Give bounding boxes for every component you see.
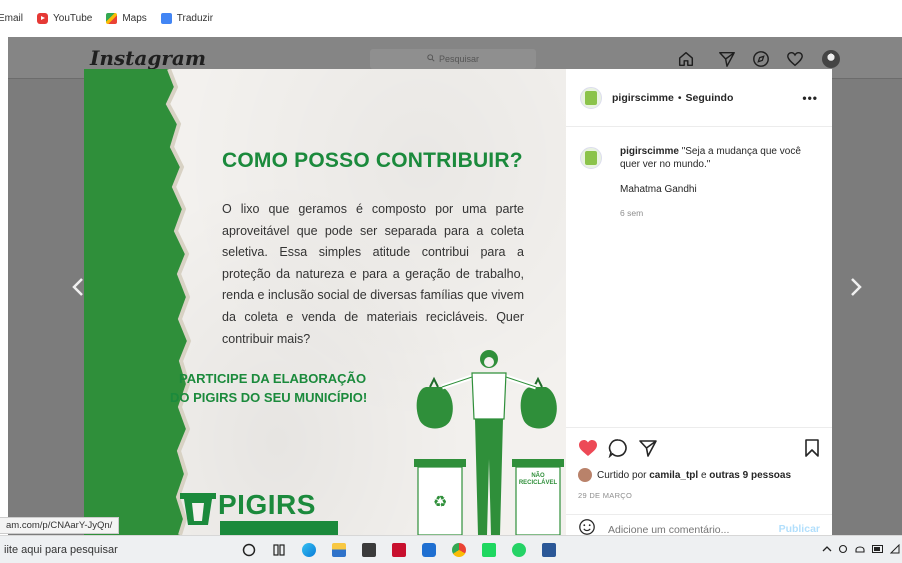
- like-heart-icon[interactable]: [578, 439, 598, 457]
- tray-update-icon[interactable]: [838, 544, 848, 557]
- spotify-icon[interactable]: [474, 536, 504, 563]
- search-input[interactable]: Pesquisar: [370, 49, 536, 69]
- post-heading: COMO POSSO CONTRIBUIR?: [222, 149, 523, 172]
- bookmark-maps-label: Maps: [122, 13, 147, 24]
- post-header: pigirscimme • Seguindo •••: [566, 69, 832, 127]
- liker-username[interactable]: camila_tpl: [649, 470, 698, 481]
- bookmark-traduzir-label: Traduzir: [176, 13, 214, 24]
- link-status-url: am.com/p/CNAarY-JyQn/: [0, 517, 120, 534]
- caption-avatar[interactable]: [580, 147, 602, 169]
- post-cta-line1: PARTICIPE DA ELABORAÇÃO: [179, 371, 367, 386]
- tray-battery-icon[interactable]: [872, 544, 884, 556]
- bookmark-youtube-label: YouTube: [53, 13, 93, 24]
- search-icon: [427, 54, 435, 64]
- more-options-button[interactable]: •••: [802, 91, 818, 105]
- caption-author: Mahatma Gandhi: [620, 184, 697, 195]
- person-illustration: ♻: [414, 350, 564, 535]
- bookmark-maps[interactable]: Maps: [106, 13, 147, 24]
- explore-icon[interactable]: [751, 49, 771, 69]
- owner-username[interactable]: pigirscimme: [612, 92, 674, 104]
- chrome-icon[interactable]: [444, 536, 474, 563]
- file-explorer-icon[interactable]: [324, 536, 354, 563]
- direct-icon[interactable]: [717, 49, 737, 69]
- bookmarks-bar: Email YouTube Maps Traduzir: [0, 0, 902, 37]
- post-body-text: O lixo que geramos é composto por uma pa…: [222, 202, 524, 346]
- pigirs-wordmark: PIGIRS: [218, 489, 316, 520]
- task-view-icon[interactable]: [264, 536, 294, 563]
- pigirs-bin-icon: [180, 493, 216, 525]
- following-button[interactable]: Seguindo: [686, 92, 734, 104]
- pigirs-tagline-bar: [220, 521, 338, 535]
- caption-timestamp[interactable]: 6 sem: [620, 208, 820, 218]
- caption-username[interactable]: pigirscimme: [620, 146, 679, 157]
- bin-label: NÃO RECICLÁVEL: [518, 473, 558, 486]
- comment-input[interactable]: [608, 523, 758, 536]
- liked-connector: e: [700, 469, 707, 481]
- comment-icon[interactable]: [608, 438, 628, 458]
- mcafee-icon[interactable]: [384, 536, 414, 563]
- likes-summary: Curtido por camila_tpl e outras 9 pessoa…: [578, 468, 820, 482]
- liked-prefix: Curtido por: [597, 469, 647, 481]
- post-cta-line2: DO PIGIRS DO SEU MUNICÍPIO!: [170, 390, 368, 405]
- taskbar: iite aqui para pesquisar: [0, 535, 902, 563]
- home-icon[interactable]: [676, 49, 696, 69]
- instagram-logo[interactable]: Instagram: [90, 46, 206, 70]
- post-date[interactable]: 29 DE MARÇO: [578, 491, 820, 500]
- youtube-icon: [37, 13, 49, 24]
- tray-wifi-icon[interactable]: [889, 543, 900, 557]
- liker-avatar[interactable]: [578, 468, 592, 482]
- whatsapp-icon[interactable]: [504, 536, 534, 563]
- app-q-icon[interactable]: [414, 536, 444, 563]
- maps-icon: [106, 13, 118, 24]
- bookmark-email-label: Email: [0, 13, 24, 24]
- svg-text:♻: ♻: [433, 492, 447, 511]
- post-details-panel: pigirscimme • Seguindo ••• pigirscimme "…: [566, 69, 832, 536]
- taskbar-search[interactable]: iite aqui para pesquisar: [4, 544, 234, 556]
- caption-text-block: pigirscimme "Seja a mudança que você que…: [620, 145, 810, 171]
- bookmark-traduzir[interactable]: Traduzir: [160, 13, 214, 24]
- save-bookmark-icon[interactable]: [804, 438, 820, 463]
- system-tray: [822, 536, 900, 563]
- heart-icon[interactable]: [785, 49, 805, 69]
- cortana-icon[interactable]: [234, 536, 264, 563]
- action-bar: [578, 436, 820, 460]
- search-placeholder: Pesquisar: [438, 54, 480, 64]
- pigirs-logo: PIGIRS: [180, 491, 316, 525]
- tray-cloud-icon[interactable]: [854, 544, 866, 557]
- post-image[interactable]: COMO POSSO CONTRIBUIR? O lixo que geramo…: [84, 69, 566, 535]
- publish-button[interactable]: Publicar: [779, 523, 820, 535]
- post-actions: Curtido por camila_tpl e outras 9 pessoa…: [566, 427, 832, 500]
- liked-others-link[interactable]: outras 9 pessoas: [709, 470, 791, 481]
- word-icon[interactable]: [534, 536, 564, 563]
- profile-avatar[interactable]: [822, 50, 840, 68]
- bookmark-youtube[interactable]: YouTube: [37, 13, 92, 24]
- translate-icon: [160, 13, 172, 24]
- owner-avatar[interactable]: [580, 86, 602, 109]
- edge-icon[interactable]: [294, 536, 324, 563]
- share-icon[interactable]: [638, 438, 658, 458]
- store-icon[interactable]: [354, 536, 384, 563]
- next-post-arrow[interactable]: [846, 272, 866, 302]
- bookmark-email[interactable]: Email: [0, 13, 23, 24]
- torn-green-strip: [84, 69, 192, 535]
- post-caption: pigirscimme "Seja a mudança que você que…: [580, 145, 820, 218]
- tray-chevron-icon[interactable]: [822, 545, 832, 556]
- follow-separator: •: [677, 91, 682, 104]
